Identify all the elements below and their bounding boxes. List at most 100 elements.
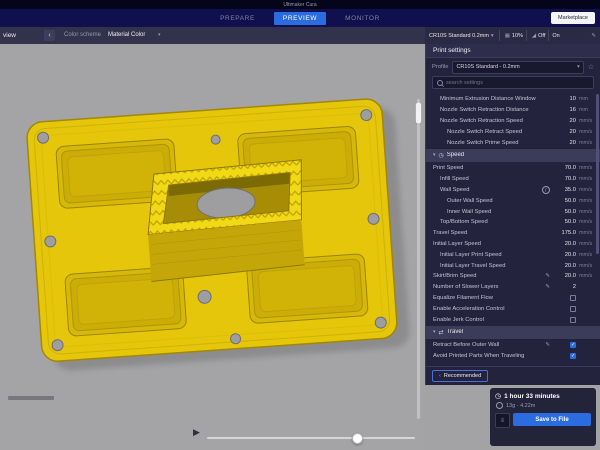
setting-value[interactable]: 35.0 bbox=[552, 187, 576, 193]
search-box bbox=[432, 76, 594, 89]
setting-value[interactable]: 175.0 bbox=[552, 230, 576, 236]
checkbox[interactable]: ✓ bbox=[570, 353, 576, 359]
setting-top-bottom-speed[interactable]: Top/Bottom Speed50.0mm/s bbox=[426, 217, 600, 228]
setting-label: Initial Layer Speed bbox=[433, 241, 552, 247]
setting-value[interactable]: 20.0 bbox=[552, 263, 576, 269]
section-speed[interactable]: ▾◷Speed bbox=[426, 149, 600, 162]
setting-value[interactable] bbox=[552, 306, 576, 312]
tab-preview[interactable]: PREVIEW bbox=[274, 12, 326, 25]
output-device-selector[interactable]: ≡ bbox=[495, 413, 510, 428]
setting-avoid-printed-parts-when-traveling[interactable]: Avoid Printed Parts When Traveling✓ bbox=[426, 351, 600, 362]
color-scheme-label: Color scheme bbox=[64, 32, 101, 38]
setting-nozzle-switch-retraction-speed[interactable]: Nozzle Switch Retraction Speed20mm/s bbox=[426, 116, 600, 127]
time-estimate-row: ◷ 1 hour 33 minutes bbox=[495, 393, 591, 400]
setting-number-of-slower-layers[interactable]: Number of Slower Layers✎2 bbox=[426, 282, 600, 293]
star-icon[interactable]: ☆ bbox=[588, 63, 594, 71]
edit-settings-icon[interactable]: ✎ bbox=[591, 33, 596, 39]
setting-value[interactable]: 20 bbox=[552, 140, 576, 146]
setting-inner-wall-speed[interactable]: Inner Wall Speed50.0mm/s bbox=[426, 206, 600, 217]
tab-monitor[interactable]: MONITOR bbox=[336, 12, 389, 25]
setting-value[interactable]: 20 bbox=[552, 129, 576, 135]
support-setting[interactable]: Off bbox=[538, 33, 545, 39]
setting-initial-layer-print-speed[interactable]: Initial Layer Print Speed20.0mm/s bbox=[426, 249, 600, 260]
checkbox[interactable] bbox=[570, 295, 576, 301]
setting-print-speed[interactable]: Print Speed70.0mm/s bbox=[426, 163, 600, 174]
back-chevron-icon[interactable]: ‹ bbox=[44, 30, 55, 41]
profile-label: Profile bbox=[432, 64, 448, 70]
panel-scrollbar[interactable] bbox=[596, 94, 599, 254]
save-to-file-button[interactable]: Save to File bbox=[513, 413, 591, 426]
infill-icon: ▦ bbox=[505, 33, 510, 39]
setting-value[interactable]: 16 bbox=[552, 107, 576, 113]
setting-label: Retract Before Outer Wall bbox=[433, 342, 545, 348]
setting-value[interactable] bbox=[552, 295, 576, 301]
setting-label: Print Speed bbox=[433, 165, 552, 171]
setting-label: Equalize Filament Flow bbox=[433, 295, 552, 301]
divider bbox=[548, 30, 549, 41]
setting-value[interactable]: 20 bbox=[552, 118, 576, 124]
save-row: ≡ Save to File bbox=[495, 413, 591, 428]
setting-nozzle-switch-retraction-distance[interactable]: Nozzle Switch Retraction Distance16mm bbox=[426, 105, 600, 116]
model[interactable] bbox=[26, 97, 411, 372]
panel-title: Print settings bbox=[426, 44, 600, 58]
view-mode-label[interactable]: view bbox=[3, 32, 16, 39]
setting-outer-wall-speed[interactable]: Outer Wall Speed50.0mm/s bbox=[426, 195, 600, 206]
setting-value[interactable]: 20.0 bbox=[552, 241, 576, 247]
section-label: Travel bbox=[447, 329, 595, 335]
adhesion-setting[interactable]: On bbox=[552, 33, 559, 39]
chevron-down-icon: ▾ bbox=[433, 152, 436, 158]
play-button[interactable]: ▶ bbox=[193, 428, 200, 437]
setting-minimum-extrusion-distance-window[interactable]: Minimum Extrusion Distance Window10mm bbox=[426, 94, 600, 105]
timeline-track[interactable] bbox=[207, 437, 415, 439]
setting-enable-acceleration-control[interactable]: Enable Acceleration Control bbox=[426, 303, 600, 314]
setting-value[interactable]: 10 bbox=[552, 96, 576, 102]
checkbox[interactable]: ✓ bbox=[570, 342, 576, 348]
setting-unit: mm/s bbox=[576, 140, 595, 146]
setting-infill-speed[interactable]: Infill Speed70.0mm/s bbox=[426, 174, 600, 185]
checkbox[interactable] bbox=[570, 317, 576, 323]
checkbox[interactable] bbox=[570, 306, 576, 312]
setting-initial-layer-speed[interactable]: Initial Layer Speed20.0mm/s bbox=[426, 239, 600, 250]
recommended-label: Recommended bbox=[444, 373, 481, 379]
infill-setting[interactable]: 10% bbox=[512, 33, 523, 39]
setting-nozzle-switch-prime-speed[interactable]: Nozzle Switch Prime Speed20mm/s bbox=[426, 137, 600, 148]
search-input[interactable] bbox=[446, 80, 589, 86]
color-scheme-dropdown[interactable]: Material Color bbox=[108, 32, 145, 38]
setting-value[interactable] bbox=[552, 317, 576, 323]
setting-enable-jerk-control[interactable]: Enable Jerk Control bbox=[426, 314, 600, 325]
print-setup-bar: CR10S Standard 0.2mm ▾ ▦ 10% ◢ Off On ✎ bbox=[425, 27, 600, 44]
setting-value[interactable]: 50.0 bbox=[552, 198, 576, 204]
setting-value[interactable]: 70.0 bbox=[552, 176, 576, 182]
setting-value[interactable]: 50.0 bbox=[552, 219, 576, 225]
profile-dropdown[interactable]: CR10S Standard - 0.2mm ▾ bbox=[452, 61, 583, 74]
setting-value[interactable]: 70.0 bbox=[552, 165, 576, 171]
setting-unit: mm/s bbox=[576, 230, 595, 236]
setting-wall-speed[interactable]: Wall Speedƒ35.0mm/s bbox=[426, 185, 600, 196]
recommended-row: ‹ Recommended bbox=[426, 366, 600, 385]
chevron-down-icon: ▾ bbox=[577, 64, 580, 70]
setting-value[interactable]: 20.0 bbox=[552, 273, 576, 279]
setting-value[interactable]: ✓ bbox=[552, 342, 576, 348]
recommended-button[interactable]: ‹ Recommended bbox=[432, 370, 488, 382]
setting-equalize-filament-flow[interactable]: Equalize Filament Flow bbox=[426, 293, 600, 304]
section-travel[interactable]: ▾⇄Travel bbox=[426, 326, 600, 339]
printer-profile-dropdown[interactable]: CR10S Standard 0.2mm bbox=[429, 33, 489, 39]
setting-label: Nozzle Switch Prime Speed bbox=[433, 140, 552, 146]
pencil-icon: ✎ bbox=[545, 342, 550, 348]
timeline-handle[interactable] bbox=[352, 433, 363, 444]
marketplace-button[interactable]: Marketplace bbox=[551, 12, 595, 24]
setting-nozzle-switch-retract-speed[interactable]: Nozzle Switch Retract Speed20mm/s bbox=[426, 126, 600, 137]
setting-retract-before-outer-wall[interactable]: Retract Before Outer Wall✎ ✓ bbox=[426, 340, 600, 351]
setting-value[interactable]: 2 bbox=[552, 284, 576, 290]
setting-travel-speed[interactable]: Travel Speed175.0mm/s bbox=[426, 228, 600, 239]
setting-value[interactable]: 50.0 bbox=[552, 209, 576, 215]
setting-skirt-brim-speed[interactable]: Skirt/Brim Speed✎20.0mm/s bbox=[426, 271, 600, 282]
setting-value[interactable]: 20.0 bbox=[552, 252, 576, 258]
setting-initial-layer-travel-speed[interactable]: Initial Layer Travel Speed20.0mm/s bbox=[426, 260, 600, 271]
tab-prepare[interactable]: PREPARE bbox=[211, 12, 264, 25]
view-toolbar: view ‹ Color scheme Material Color ▾ CR1… bbox=[0, 27, 600, 44]
setting-unit: mm/s bbox=[576, 209, 595, 215]
print-settings-panel: Print settings Profile CR10S Standard - … bbox=[425, 44, 600, 385]
setting-value[interactable]: ✓ bbox=[552, 353, 576, 359]
viewport-3d[interactable] bbox=[0, 44, 425, 450]
